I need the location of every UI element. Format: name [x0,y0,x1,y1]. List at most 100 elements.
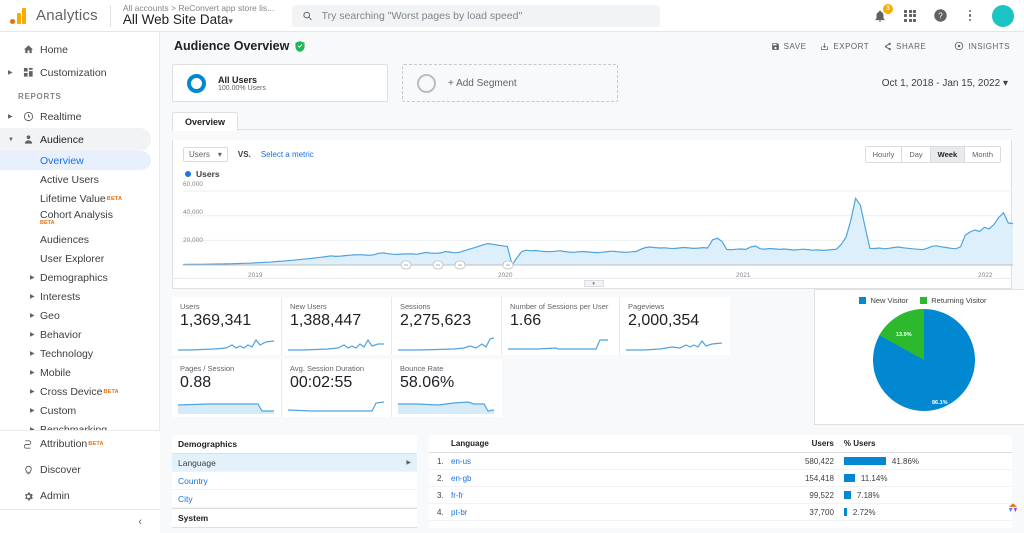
sidebar-item-user-explorer[interactable]: User Explorer [0,249,159,268]
property-name[interactable]: All Web Site Data▾ [123,12,274,27]
sidebar-group-geo[interactable]: ▶ Geo [0,306,159,325]
export-label: EXPORT [833,41,870,51]
pie-legend: New Visitor Returning Visitor [815,290,1024,305]
apps-button[interactable] [902,8,918,24]
demographics-item-city[interactable]: City [172,490,417,508]
date-range-picker[interactable]: Oct 1, 2018 - Jan 15, 2022 ▾ [882,78,1012,89]
tab-overview[interactable]: Overview [172,112,239,131]
more-options-button[interactable] [962,8,978,24]
sidebar-group-cross-device[interactable]: ▶ Cross Device BETA [0,382,159,401]
granularity-month[interactable]: Month [965,147,1000,162]
date-range-label: Oct 1, 2018 - Jan 15, 2022 [881,77,1001,89]
header-actions: SAVE EXPORT SHARE INSIGHTS [771,41,1010,51]
sidebar-item-lifetime-value[interactable]: Lifetime Value BETA [0,189,159,208]
chart-scrollbar[interactable]: ▾ [173,278,1011,288]
table-row[interactable]: 4. pt-br 37,700 2.72% [429,504,1012,521]
sidebar-item-active-users[interactable]: Active Users [0,170,159,189]
metric-select[interactable]: Users ▾ [183,147,228,162]
users-timeseries-chart[interactable]: 60,000 40,000 20,000 2019 2020 2021 2022 [183,181,1013,279]
row-users: 99,522 [809,490,834,500]
visitor-pie-chart[interactable] [815,305,1024,415]
granularity-hourly[interactable]: Hourly [865,147,903,162]
granularity-day[interactable]: Day [902,147,931,162]
sidebar-label-audiences: Audiences [40,233,90,246]
granularity-week[interactable]: Week [930,147,966,162]
sidebar-item-audience[interactable]: ▼ Audience [0,128,151,151]
sidebar-item-cohort-analysis[interactable]: Cohort Analysis BETA [0,208,159,230]
row-users: 580,422 [804,456,834,466]
sidebar-bottom-nav: Attribution BETA Discover Admin ‹ [0,430,160,533]
sidebar-group-technology[interactable]: ▶ Technology [0,344,159,363]
sidebar-item-customization[interactable]: ▶ Customization [0,61,159,84]
table-row[interactable]: 3. fr-fr 99,522 7.18% [429,487,1012,504]
y-tick-40000: 40,000 [183,209,203,216]
row-language[interactable]: fr-fr [451,491,664,500]
beta-badge: BETA [40,220,55,226]
top-right-icons: 3 ? [872,3,1024,27]
segment-name: All Users [218,74,258,85]
metric-card-pageviews[interactable]: Pageviews 2,000,354 [620,297,730,355]
page-title: Audience Overview [174,39,290,53]
metric-value: 2,275,623 [400,312,472,329]
sidebar-collapse-button[interactable]: ‹ [0,509,160,533]
save-button[interactable]: SAVE [771,42,807,51]
select-metric-link[interactable]: Select a metric [261,150,314,159]
demographics-item-country[interactable]: Country [172,472,417,490]
metric-cards-row-2: Pages / Session 0.88 Avg. Session Durati… [172,359,792,417]
help-widget-icon[interactable] [1006,501,1020,515]
metric-label: Bounce Rate [400,364,444,373]
metric-card-avg-session-duration[interactable]: Avg. Session Duration 00:02:55 [282,359,392,417]
help-button[interactable]: ? [932,8,948,24]
export-button[interactable]: EXPORT [820,42,869,51]
segment-all-users[interactable]: All Users 100.00% Users [172,64,388,102]
add-segment-button[interactable]: + Add Segment [402,64,618,102]
sidebar-group-interests[interactable]: ▶ Interests [0,287,159,306]
metric-card-sessions-per-user[interactable]: Number of Sessions per User 1.66 [502,297,620,355]
demographics-item-language[interactable]: Language ▶ [172,454,417,472]
sidebar-item-overview[interactable]: Overview [0,151,151,170]
search-input[interactable] [321,9,651,22]
sidebar-group-custom[interactable]: ▶ Custom [0,401,159,420]
share-button[interactable]: SHARE [883,42,926,51]
content-area: All Users 100.00% Users + Add Segment Oc… [160,60,1024,528]
avatar[interactable] [992,4,1014,27]
sidebar-group-behavior[interactable]: ▶ Behavior [0,325,159,344]
demographics-title: Demographics [172,435,417,454]
apps-grid-icon [904,9,916,22]
chart-scroll-handle[interactable]: ▾ [583,280,604,287]
beta-badge: BETA [106,195,123,202]
account-selector[interactable]: All accounts > ReConvert app store lis..… [123,4,274,27]
sidebar-item-home[interactable]: Home [0,38,159,61]
sidebar-group-demographics[interactable]: ▶ Demographics [0,268,159,287]
sidebar-item-realtime[interactable]: ▶ Realtime [0,105,159,128]
metric-label: Pages / Session [180,364,235,373]
metric-card-pages-per-session[interactable]: Pages / Session 0.88 [172,359,282,417]
demographics-label-language: Language [178,457,216,468]
notifications-button[interactable]: 3 [872,3,893,24]
row-users: 37,700 [809,507,834,517]
row-language[interactable]: en-gb [451,474,664,483]
empty-ring-icon [417,73,436,93]
table-row[interactable]: 1. en-us 580,422 41.86% [429,453,1012,470]
pct-bar [843,508,847,516]
sidebar-label-customization: Customization [40,66,107,79]
system-title: System [172,508,417,528]
metric-card-bounce-rate[interactable]: Bounce Rate 58.06% [392,359,502,417]
expand-arrow-icon: ▶ [30,313,35,319]
help-icon: ? [933,9,947,22]
sparkline [288,338,384,351]
table-row[interactable]: 2. en-gb 154,418 11.14% [429,470,1012,487]
metric-card-sessions[interactable]: Sessions 2,275,623 [392,297,502,355]
row-language[interactable]: pt-br [451,508,664,517]
row-language[interactable]: en-us [451,457,664,466]
metric-card-new-users[interactable]: New Users 1,388,447 [282,297,392,355]
metric-card-users[interactable]: Users 1,369,341 [172,297,282,355]
sidebar-item-discover[interactable]: Discover [0,457,160,483]
sidebar-group-mobile[interactable]: ▶ Mobile [0,363,159,382]
sidebar-item-audiences[interactable]: Audiences [0,230,159,249]
sidebar-item-admin[interactable]: Admin [0,483,160,509]
metric-label: Pageviews [628,302,665,311]
sidebar-item-attribution[interactable]: Attribution BETA [0,431,160,457]
search-box[interactable] [292,4,661,27]
insights-button[interactable]: INSIGHTS [954,41,1010,51]
